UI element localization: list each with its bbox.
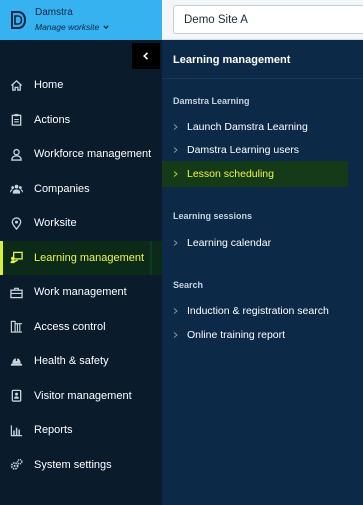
submenu-item-damstra-learning-users[interactable]: Damstra Learning users	[162, 137, 348, 163]
submenu-item-label: Launch Damstra Learning	[187, 121, 308, 133]
caret-right-icon	[173, 124, 178, 130]
sidebar-item-access-control[interactable]: Access control	[0, 310, 162, 345]
sidebar-item-home[interactable]: Home	[0, 68, 162, 103]
submenu-item-label: Online training report	[187, 329, 286, 341]
damstra-logo-icon	[11, 11, 26, 29]
clipboard-icon	[9, 113, 23, 127]
section-label-damstra-learning: Damstra Learning	[173, 96, 250, 106]
section-label-learning-sessions: Learning sessions	[173, 211, 253, 221]
user-icon	[9, 147, 23, 161]
sidebar-item-system-settings[interactable]: System settings	[0, 448, 162, 483]
caret-right-icon	[173, 332, 178, 338]
sidebar-item-label: Worksite	[34, 217, 77, 230]
caret-right-icon	[173, 240, 178, 246]
visitor-badge-icon	[9, 389, 23, 403]
submenu-item-label: Damstra Learning users	[187, 144, 300, 156]
panel-title: Learning management	[173, 54, 291, 66]
sidebar-item-label: System settings	[34, 458, 112, 471]
sidebar-nav: Home Actions Workforce management Compan…	[0, 68, 162, 482]
sidebar-item-label: Work management	[34, 286, 127, 299]
sidebar-item-actions[interactable]: Actions	[0, 103, 162, 138]
manage-worksite-label: Manage worksite	[35, 22, 100, 32]
settings-cogs-icon	[9, 458, 23, 472]
chevron-left-icon	[143, 52, 149, 60]
people-group-icon	[9, 182, 23, 196]
sidebar-item-learning-management[interactable]: Learning management	[0, 240, 162, 275]
submenu-item-learning-calendar[interactable]: Learning calendar	[162, 230, 348, 256]
bar-chart-icon	[9, 423, 23, 437]
brand-header[interactable]: Damstra Manage worksite	[0, 0, 162, 40]
sidebar-item-label: Home	[34, 79, 64, 92]
caret-right-icon	[173, 147, 178, 153]
sidebar-item-label: Visitor management	[34, 389, 132, 402]
collapse-sidebar-button[interactable]	[132, 43, 160, 69]
section-label-search: Search	[173, 280, 204, 290]
home-icon	[9, 78, 23, 92]
sidebar-item-label: Learning management	[34, 251, 145, 264]
caret-right-icon	[173, 308, 178, 314]
map-pin-icon	[9, 216, 23, 230]
sidebar-item-label: Reports	[34, 424, 73, 437]
chevron-down-icon	[103, 25, 109, 30]
submenu-item-lesson-scheduling[interactable]: Lesson scheduling	[162, 161, 348, 187]
sidebar-item-visitor-management[interactable]: Visitor management	[0, 379, 162, 414]
caret-right-icon	[173, 171, 178, 177]
sidebar-item-workforce-management[interactable]: Workforce management	[0, 137, 162, 172]
submenu-item-online-training-report[interactable]: Online training report	[162, 322, 348, 348]
hard-hat-icon	[9, 354, 23, 368]
sidebar-item-health-safety[interactable]: Health & safety	[0, 344, 162, 379]
submenu-item-label: Lesson scheduling	[187, 168, 274, 180]
submenu-item-label: Learning calendar	[187, 237, 272, 249]
sidebar: Home Actions Workforce management Compan…	[0, 40, 162, 505]
brand-name: Damstra	[35, 7, 73, 18]
sidebar-item-work-management[interactable]: Work management	[0, 275, 162, 310]
site-select-value: Demo Site A	[184, 13, 248, 26]
sidebar-item-reports[interactable]: Reports	[0, 413, 162, 448]
gate-icon	[9, 320, 23, 334]
top-bar: Demo Site A	[162, 0, 363, 40]
sidebar-item-worksite[interactable]: Worksite	[0, 206, 162, 241]
panel-divider	[162, 78, 363, 79]
submenu-item-induction-registration-search[interactable]: Induction & registration search	[162, 298, 348, 324]
sidebar-item-label: Access control	[34, 320, 106, 333]
sidebar-item-label: Workforce management	[34, 148, 152, 161]
sidebar-item-label: Health & safety	[34, 355, 109, 368]
sidebar-item-companies[interactable]: Companies	[0, 172, 162, 207]
submenu-item-label: Induction & registration search	[187, 305, 329, 317]
manage-worksite-link[interactable]: Manage worksite	[35, 20, 109, 34]
sidebar-item-label: Actions	[34, 113, 71, 126]
site-select[interactable]: Demo Site A	[173, 5, 363, 34]
sidebar-item-label: Companies	[34, 182, 90, 195]
submenu-panel: Learning management Damstra Learning Lau…	[162, 40, 363, 505]
toolbox-icon	[9, 285, 23, 299]
learning-icon	[9, 251, 23, 265]
